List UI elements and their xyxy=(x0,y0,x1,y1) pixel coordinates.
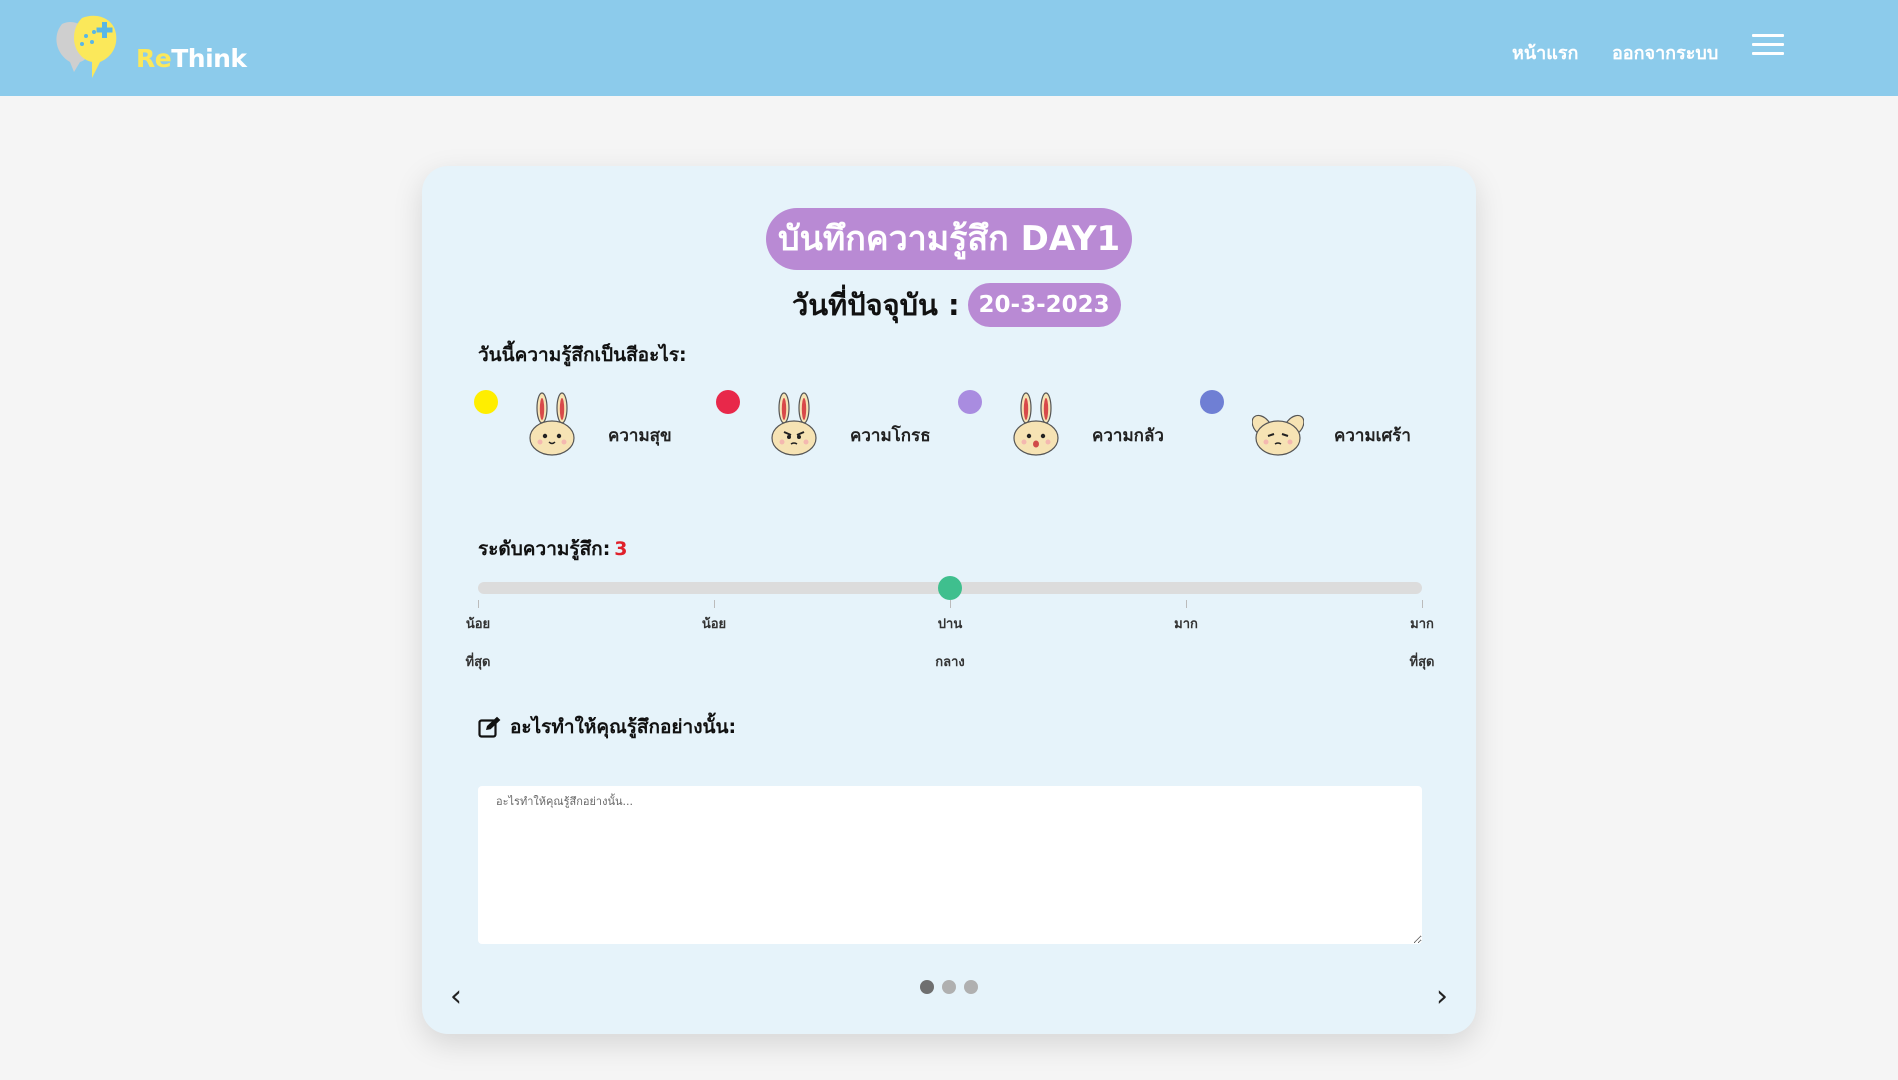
color-question: วันนี้ความรู้สึกเป็นสีอะไร: xyxy=(478,344,687,366)
date-badge: 20-3-2023 xyxy=(967,283,1121,327)
scale-label: น้อย xyxy=(674,606,754,644)
emotion-color-dot[interactable] xyxy=(1200,390,1224,414)
date-row: วันที่ปัจจุบัน : 20-3-2023 xyxy=(792,280,1121,330)
scale-label-line1: มาก xyxy=(1410,617,1434,632)
page-title: บันทึกความรู้สึก DAY1 xyxy=(766,208,1133,270)
emotion-color-dot[interactable] xyxy=(716,390,740,414)
nav-logout-link[interactable]: ออกจากระบบ xyxy=(1612,38,1718,67)
scale-label: มากที่สุด xyxy=(1382,606,1462,682)
carousel-dot[interactable] xyxy=(942,980,956,994)
scale-label-line1: ปาน xyxy=(937,617,963,632)
scared-bunny-icon xyxy=(1010,392,1062,456)
feeling-level-slider[interactable] xyxy=(478,576,1422,600)
logo-text: ReThink xyxy=(136,44,247,73)
nav-home-link[interactable]: หน้าแรก xyxy=(1512,38,1578,67)
carousel-prev-button[interactable]: ‹ xyxy=(450,982,462,1012)
emotion-label: ความกลัว xyxy=(1092,426,1164,446)
happy-bunny-icon xyxy=(526,392,578,456)
scale-label-line1: มาก xyxy=(1174,617,1198,632)
scale-label-line1: น้อย xyxy=(701,617,727,632)
brain-heart-icon xyxy=(56,15,117,78)
carousel-pagination xyxy=(920,980,986,994)
emotion-label: ความโกรธ xyxy=(850,426,931,446)
scale-label-line1: น้อย xyxy=(465,617,491,632)
sad-bunny-icon xyxy=(1251,392,1305,456)
emotion-label: ความสุข xyxy=(608,426,672,446)
scale-label: ปานกลาง xyxy=(910,606,990,682)
rethink-logo[interactable]: ReThink xyxy=(52,14,247,84)
scale-label-line2: ที่สุด xyxy=(465,655,491,670)
scale-label: มาก xyxy=(1146,606,1226,644)
feeling-level-value: 3 xyxy=(614,538,628,560)
scale-label: น้อยที่สุด xyxy=(438,606,518,682)
emotion-color-dot[interactable] xyxy=(958,390,982,414)
carousel-next-button[interactable]: › xyxy=(1436,982,1448,1012)
scale-label-line2: กลาง xyxy=(935,655,965,670)
carousel-dot[interactable] xyxy=(964,980,978,994)
edit-icon xyxy=(478,716,501,738)
reason-label: อะไรทำให้คุณรู้สึกอย่างนั้น: xyxy=(478,712,736,742)
feeling-level-label: ระดับความรู้สึก: 3 xyxy=(478,538,628,560)
date-label: วันที่ปัจจุบัน : xyxy=(792,288,960,322)
feeling-journal-card: บันทึกความรู้สึก DAY1 วันที่ปัจจุบัน : 2… xyxy=(422,166,1476,1034)
reason-textarea[interactable] xyxy=(478,786,1422,944)
hamburger-icon[interactable] xyxy=(1752,34,1784,56)
top-navbar: ReThink หน้าแรก ออกจากระบบ xyxy=(0,0,1898,96)
slider-thumb[interactable] xyxy=(938,576,962,600)
scale-label-line2: ที่สุด xyxy=(1409,655,1435,670)
emotion-color-dot[interactable] xyxy=(474,390,498,414)
emotion-label: ความเศร้า xyxy=(1334,426,1411,446)
carousel-dot[interactable] xyxy=(920,980,934,994)
angry-bunny-icon xyxy=(768,392,820,456)
